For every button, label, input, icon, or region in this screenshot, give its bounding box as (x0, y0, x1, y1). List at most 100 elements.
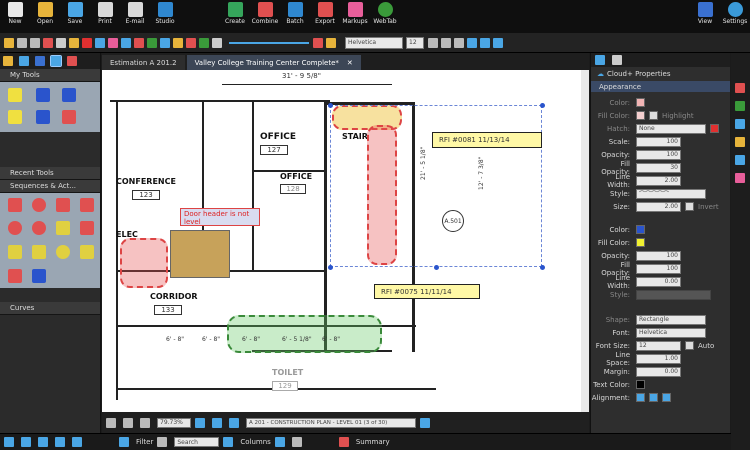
brush-icon[interactable] (612, 55, 622, 65)
zoom-field[interactable]: 79.73% (157, 417, 191, 428)
selection-handle[interactable] (328, 103, 333, 108)
tab-valley-college[interactable]: Valley College Training Center Complete*… (186, 55, 361, 70)
snapshot-icon[interactable] (199, 37, 209, 48)
strip-icon[interactable] (735, 137, 745, 147)
brush-tool-icon[interactable] (8, 110, 22, 124)
line-weight-selector[interactable] (229, 41, 309, 44)
yellow-hexagon-icon[interactable] (80, 245, 94, 259)
measure-icon[interactable] (173, 37, 183, 48)
prev-page-icon[interactable] (212, 417, 222, 428)
fill-opacity-field[interactable]: 30 (636, 162, 681, 173)
email-button[interactable]: E-mail (120, 0, 150, 33)
last-page-icon[interactable] (420, 417, 430, 428)
drawing-canvas[interactable]: 31' - 9 5/8" OFFICE 127 OFFICE 128 STAIR… (102, 70, 589, 412)
scale-field[interactable]: 100 (636, 136, 681, 147)
properties-icon[interactable] (3, 56, 13, 66)
rfi-callout-0075[interactable]: RFI #0075 11/11/14 (374, 284, 480, 299)
rfi-callout-0081[interactable]: RFI #0081 11/13/14 (432, 132, 542, 148)
save-button[interactable]: Save (60, 0, 90, 33)
batch-button[interactable]: Batch (280, 0, 310, 33)
red-circle-icon[interactable] (8, 221, 22, 235)
export-button[interactable]: Export (310, 0, 340, 33)
stamp-tool-icon[interactable] (8, 269, 22, 283)
delete-icon[interactable] (82, 37, 92, 48)
tool-chest-active-icon[interactable] (50, 55, 62, 67)
copy-icon[interactable] (56, 37, 66, 48)
strip-icon[interactable] (735, 119, 745, 129)
font-size-field[interactable]: 12 (636, 340, 681, 351)
site-photo[interactable] (170, 230, 230, 278)
list-gear-icon[interactable] (274, 437, 285, 447)
fit-page-icon[interactable] (195, 417, 205, 428)
invert-checkbox[interactable] (685, 202, 694, 211)
line-width-field[interactable]: 2.00 (636, 175, 681, 186)
open-button[interactable]: Open (30, 0, 60, 33)
red-circle-alt-icon[interactable] (32, 221, 46, 235)
create-button[interactable]: Create (220, 0, 250, 33)
gear-icon[interactable] (595, 55, 605, 65)
align-right-button[interactable] (662, 393, 671, 402)
recent-tools-header[interactable]: Recent Tools (0, 167, 100, 180)
photo-tool-icon[interactable] (32, 269, 46, 283)
list-icon[interactable] (291, 437, 302, 447)
fill-swatch[interactable] (636, 111, 645, 120)
text-style-select[interactable] (636, 289, 711, 300)
vertical-scrollbar[interactable] (581, 70, 589, 412)
selection-handle[interactable] (434, 265, 439, 270)
text-fill-swatch[interactable] (636, 238, 645, 247)
font-select[interactable]: Helvetica (345, 36, 403, 49)
selection-handle[interactable] (540, 265, 545, 270)
add-icon[interactable] (21, 437, 31, 447)
align-right-icon[interactable] (493, 37, 503, 48)
italic-icon[interactable] (441, 37, 451, 48)
text-color-swatch[interactable] (636, 225, 645, 234)
yellow-circle-icon[interactable] (56, 245, 70, 259)
next-page-icon[interactable] (229, 417, 239, 428)
export-list-icon[interactable] (72, 437, 82, 447)
polygon-shape-icon[interactable] (56, 198, 70, 212)
highlight-checkbox[interactable] (649, 111, 658, 120)
studio-button[interactable]: Studio (150, 0, 180, 33)
cloud-markup-corridor[interactable] (227, 315, 382, 353)
new-button[interactable]: New (0, 0, 30, 33)
auto-checkbox[interactable] (685, 341, 694, 350)
zoom-tool-icon[interactable] (140, 417, 150, 428)
align-left-icon[interactable] (467, 37, 477, 48)
yellow-square-icon[interactable] (56, 221, 70, 235)
pan-tool-icon[interactable] (123, 417, 133, 428)
line-space-field[interactable]: 1.00 (636, 353, 681, 364)
text-opacity-field[interactable]: 100 (636, 250, 681, 261)
summary-icon[interactable] (338, 437, 349, 447)
page-select[interactable]: A 201 - CONSTRUCTION PLAN - LEVEL 01 (3 … (246, 417, 416, 428)
note-callout[interactable]: Door header is not level (180, 208, 260, 226)
tool-chest-icon[interactable] (35, 56, 45, 66)
filter-label[interactable]: Filter (136, 438, 153, 446)
hatch-color[interactable] (710, 124, 719, 133)
strip-icon[interactable] (735, 83, 745, 93)
markups-button[interactable]: Markups (340, 0, 370, 33)
undo-icon[interactable] (17, 37, 27, 48)
shape-icon[interactable] (147, 37, 157, 48)
size-field[interactable]: 2.00 (636, 201, 681, 212)
selection-handle[interactable] (328, 265, 333, 270)
stamp-icon[interactable] (186, 37, 196, 48)
print-button[interactable]: Print (90, 0, 120, 33)
pen-tool-icon[interactable] (36, 88, 50, 102)
settings-button[interactable]: Settings (720, 0, 750, 33)
hatch-select[interactable]: None (636, 123, 706, 134)
first-icon[interactable] (4, 437, 14, 447)
hexagon-shape-icon[interactable] (80, 198, 94, 212)
strip-icon[interactable] (735, 173, 745, 183)
text-color-2-swatch[interactable] (636, 380, 645, 389)
eraser-tool-icon[interactable] (62, 110, 76, 124)
underline-icon[interactable] (454, 37, 464, 48)
cut-icon[interactable] (43, 37, 53, 48)
strip-icon[interactable] (735, 155, 745, 165)
redo-icon[interactable] (30, 37, 40, 48)
callout-icon[interactable] (134, 37, 144, 48)
align-center-icon[interactable] (480, 37, 490, 48)
my-tools-header[interactable]: My Tools (0, 69, 100, 82)
filter-icon[interactable] (119, 437, 129, 447)
view-button[interactable]: View (690, 0, 720, 33)
combine-button[interactable]: Combine (250, 0, 280, 33)
